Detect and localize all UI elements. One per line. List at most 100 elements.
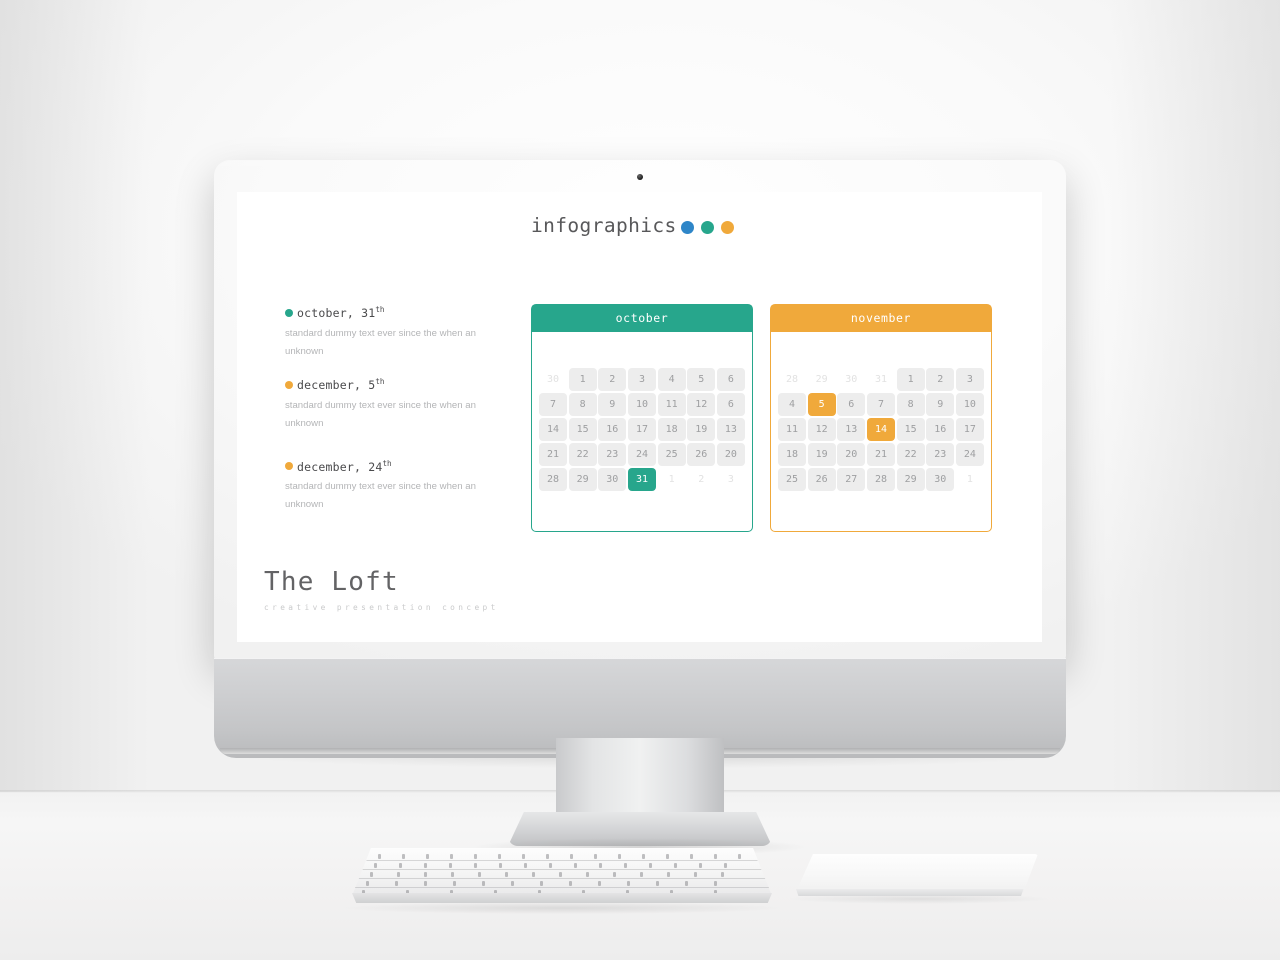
keyboard-key[interactable] <box>524 863 527 868</box>
keyboard-key[interactable] <box>546 854 549 859</box>
keyboard-key[interactable] <box>397 872 400 877</box>
keyboard-key[interactable] <box>474 854 477 859</box>
calendar-day-cell[interactable]: 24 <box>627 443 656 466</box>
keyboard-key[interactable] <box>453 881 456 886</box>
keyboard-key[interactable] <box>474 863 477 868</box>
calendar-day-cell[interactable]: 7 <box>539 393 567 416</box>
keyboard-key[interactable] <box>522 854 525 859</box>
calendar-day-cell[interactable]: 30 <box>598 468 627 491</box>
calendar-day-cell[interactable]: 6 <box>837 393 866 416</box>
keyboard-key[interactable] <box>395 881 398 886</box>
calendar-day-cell[interactable]: 21 <box>539 443 567 466</box>
calendar-day-cell[interactable]: 27 <box>837 468 866 491</box>
keyboard-key[interactable] <box>699 863 702 868</box>
calendar-day-cell[interactable]: 30 <box>837 368 865 391</box>
keyboard-key[interactable] <box>374 863 377 868</box>
keyboard-key[interactable] <box>690 854 693 859</box>
calendar-day-cell[interactable]: 23 <box>598 443 627 466</box>
keyboard-key[interactable] <box>399 863 402 868</box>
keyboard-key[interactable] <box>532 872 535 877</box>
calendar-day-cell[interactable]: 19 <box>807 443 836 466</box>
calendar-day-cell[interactable]: 26 <box>687 443 716 466</box>
keyboard-key[interactable] <box>627 881 630 886</box>
calendar-day-cell[interactable]: 22 <box>896 443 925 466</box>
calendar-day-cell[interactable]: 12 <box>687 393 716 416</box>
keyboard-key[interactable] <box>424 863 427 868</box>
calendar-day-cell[interactable]: 14 <box>539 418 567 441</box>
keyboard-key[interactable] <box>721 872 724 877</box>
calendar-day-cell[interactable]: 12 <box>807 418 836 441</box>
calendar-day-cell[interactable]: 3 <box>627 368 656 391</box>
calendar-day-cell[interactable]: 18 <box>657 418 686 441</box>
calendar-day-cell[interactable]: 2 <box>926 368 955 391</box>
calendar-day-cell[interactable]: 18 <box>778 443 806 466</box>
calendar-day-cell[interactable]: 6 <box>716 393 745 416</box>
keyboard-key[interactable] <box>570 854 573 859</box>
keyboard-key[interactable] <box>450 854 453 859</box>
calendar-day-cell[interactable]: 16 <box>926 418 955 441</box>
keyboard-key[interactable] <box>426 854 429 859</box>
calendar-day-cell[interactable]: 11 <box>657 393 686 416</box>
calendar-day-cell[interactable]: 1 <box>658 468 686 491</box>
keyboard[interactable] <box>352 848 772 910</box>
calendar-day-cell[interactable]: 7 <box>866 393 895 416</box>
keyboard-key[interactable] <box>594 854 597 859</box>
calendar-day-cell[interactable]: 19 <box>687 418 716 441</box>
calendar-day-cell[interactable]: 8 <box>568 393 597 416</box>
keyboard-key[interactable] <box>598 881 601 886</box>
keyboard-key[interactable] <box>559 872 562 877</box>
calendar-day-cell[interactable]: 6 <box>716 368 745 391</box>
keyboard-key[interactable] <box>574 863 577 868</box>
calendar-day-cell[interactable]: 16 <box>598 418 627 441</box>
calendar-day-cell[interactable]: 8 <box>896 393 925 416</box>
keyboard-key[interactable] <box>370 872 373 877</box>
calendar-day-cell[interactable]: 31 <box>867 368 895 391</box>
keyboard-key[interactable] <box>656 881 659 886</box>
keyboard-key[interactable] <box>613 872 616 877</box>
calendar-day-cell[interactable]: 28 <box>539 468 567 491</box>
calendar-day-cell[interactable]: 21 <box>866 443 895 466</box>
trackpad[interactable] <box>796 854 1038 900</box>
calendar-day-cell[interactable]: 17 <box>955 418 984 441</box>
calendar-day-cell[interactable]: 15 <box>568 418 597 441</box>
calendar-day-cell[interactable]: 29 <box>896 468 925 491</box>
calendar-day-cell[interactable]: 1 <box>956 468 984 491</box>
keyboard-key[interactable] <box>640 872 643 877</box>
keyboard-key[interactable] <box>505 872 508 877</box>
keyboard-key[interactable] <box>482 881 485 886</box>
calendar-day-cell[interactable]: 30 <box>539 368 567 391</box>
keyboard-key[interactable] <box>549 863 552 868</box>
calendar-day-cell[interactable]: 23 <box>926 443 955 466</box>
calendar-day-cell[interactable]: 13 <box>716 418 745 441</box>
keyboard-key[interactable] <box>498 854 501 859</box>
keyboard-key[interactable] <box>424 872 427 877</box>
keyboard-key[interactable] <box>624 863 627 868</box>
keyboard-key[interactable] <box>402 854 405 859</box>
keyboard-key[interactable] <box>569 881 572 886</box>
calendar-day-cell[interactable]: 14 <box>866 418 895 441</box>
calendar-day-cell[interactable]: 24 <box>955 443 984 466</box>
calendar-day-cell[interactable]: 9 <box>598 393 627 416</box>
calendar-day-cell[interactable]: 10 <box>955 393 984 416</box>
calendar-day-cell[interactable]: 22 <box>568 443 597 466</box>
keyboard-key[interactable] <box>499 863 502 868</box>
calendar-day-cell[interactable]: 15 <box>896 418 925 441</box>
calendar-day-cell[interactable]: 1 <box>896 368 925 391</box>
keyboard-key[interactable] <box>714 854 717 859</box>
keyboard-key[interactable] <box>449 863 452 868</box>
calendar-day-cell[interactable]: 20 <box>716 443 745 466</box>
keyboard-key[interactable] <box>618 854 621 859</box>
calendar-day-cell[interactable]: 20 <box>837 443 866 466</box>
calendar-day-cell[interactable]: 29 <box>568 468 597 491</box>
keyboard-key[interactable] <box>666 854 669 859</box>
calendar-day-cell[interactable]: 4 <box>778 393 806 416</box>
calendar-day-cell[interactable]: 28 <box>866 468 895 491</box>
keyboard-key[interactable] <box>478 872 481 877</box>
keyboard-key[interactable] <box>586 872 589 877</box>
keyboard-key[interactable] <box>738 854 741 859</box>
calendar-day-cell[interactable]: 4 <box>657 368 686 391</box>
calendar-day-cell[interactable]: 3 <box>955 368 984 391</box>
keyboard-key[interactable] <box>366 881 369 886</box>
calendar-day-cell[interactable]: 9 <box>926 393 955 416</box>
keyboard-key[interactable] <box>599 863 602 868</box>
